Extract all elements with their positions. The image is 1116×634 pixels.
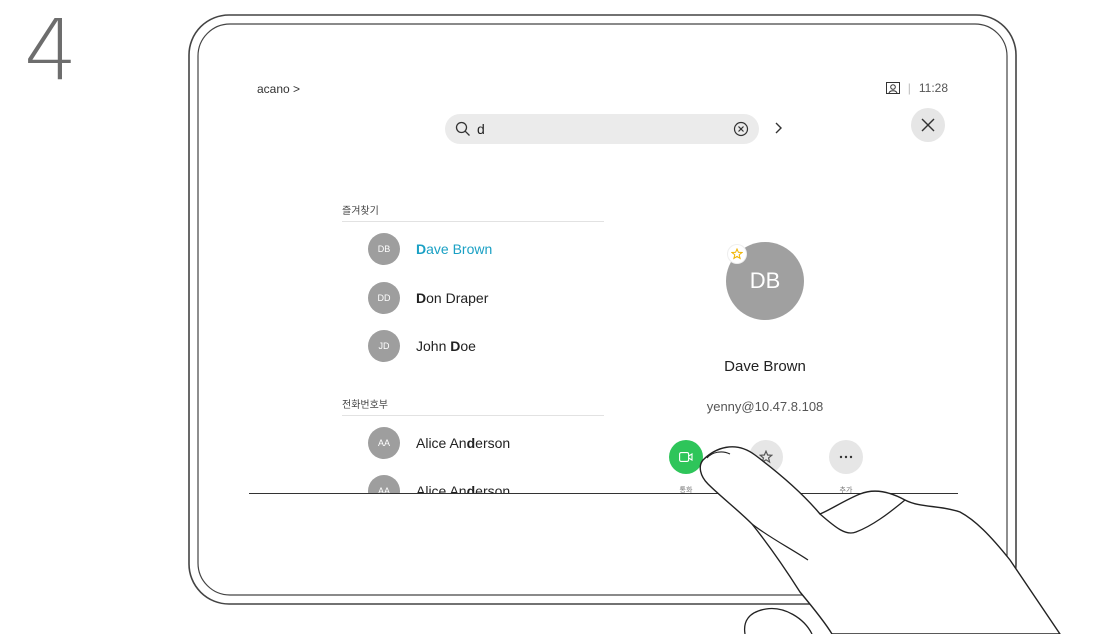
video-call-icon bbox=[679, 452, 693, 462]
list-item[interactable]: AA Alice Anderson bbox=[368, 475, 511, 494]
contact-detail-address: yenny@10.47.8.108 bbox=[706, 399, 824, 414]
contact-name: Alice Anderson bbox=[416, 483, 511, 494]
directory-header: 전화번호부 bbox=[342, 396, 604, 416]
status-bar: | 11:28 bbox=[885, 81, 948, 95]
clear-search-icon[interactable] bbox=[733, 121, 749, 137]
star-icon bbox=[759, 450, 773, 464]
more-icon bbox=[839, 455, 853, 459]
contact-name: Don Draper bbox=[416, 290, 489, 306]
list-item[interactable]: JD John Doe bbox=[368, 330, 476, 362]
contact-name: Alice Anderson bbox=[416, 435, 511, 451]
breadcrumb[interactable]: acano > bbox=[257, 82, 300, 96]
touch-screen: acano > | 11:28 d 즐겨찾기 DB Dave Brown DD … bbox=[249, 74, 958, 494]
list-item[interactable]: AA Alice Anderson bbox=[368, 427, 510, 459]
list-item[interactable]: DB Dave Brown bbox=[368, 233, 492, 265]
avatar: DB bbox=[368, 233, 400, 265]
call-button[interactable] bbox=[669, 440, 703, 474]
avatar: AA bbox=[368, 427, 400, 459]
more-button-label: 추가 bbox=[839, 487, 853, 494]
contact-detail-name: Dave Brown bbox=[724, 358, 806, 375]
favorites-header: 즐겨찾기 bbox=[342, 202, 604, 222]
more-button[interactable] bbox=[829, 440, 863, 474]
call-button-label: 통화 bbox=[679, 487, 693, 494]
clock: 11:28 bbox=[918, 81, 948, 95]
favorite-badge bbox=[728, 245, 746, 263]
selfview-icon[interactable] bbox=[885, 82, 900, 94]
contact-name: Dave Brown bbox=[416, 241, 493, 257]
star-icon bbox=[731, 248, 743, 260]
search-query: d bbox=[477, 121, 485, 137]
list-item[interactable]: DD Don Draper bbox=[368, 282, 488, 314]
status-separator: | bbox=[907, 81, 911, 95]
chevron-right-icon[interactable] bbox=[773, 118, 785, 138]
close-icon bbox=[921, 118, 935, 132]
avatar: AA bbox=[368, 475, 400, 493]
favorite-button[interactable] bbox=[749, 440, 783, 474]
contact-name: John Doe bbox=[416, 338, 476, 354]
close-button[interactable] bbox=[911, 108, 945, 142]
avatar: JD bbox=[368, 330, 400, 362]
avatar: DD bbox=[368, 282, 400, 314]
search-input[interactable]: d bbox=[445, 114, 759, 144]
search-icon bbox=[455, 121, 470, 136]
